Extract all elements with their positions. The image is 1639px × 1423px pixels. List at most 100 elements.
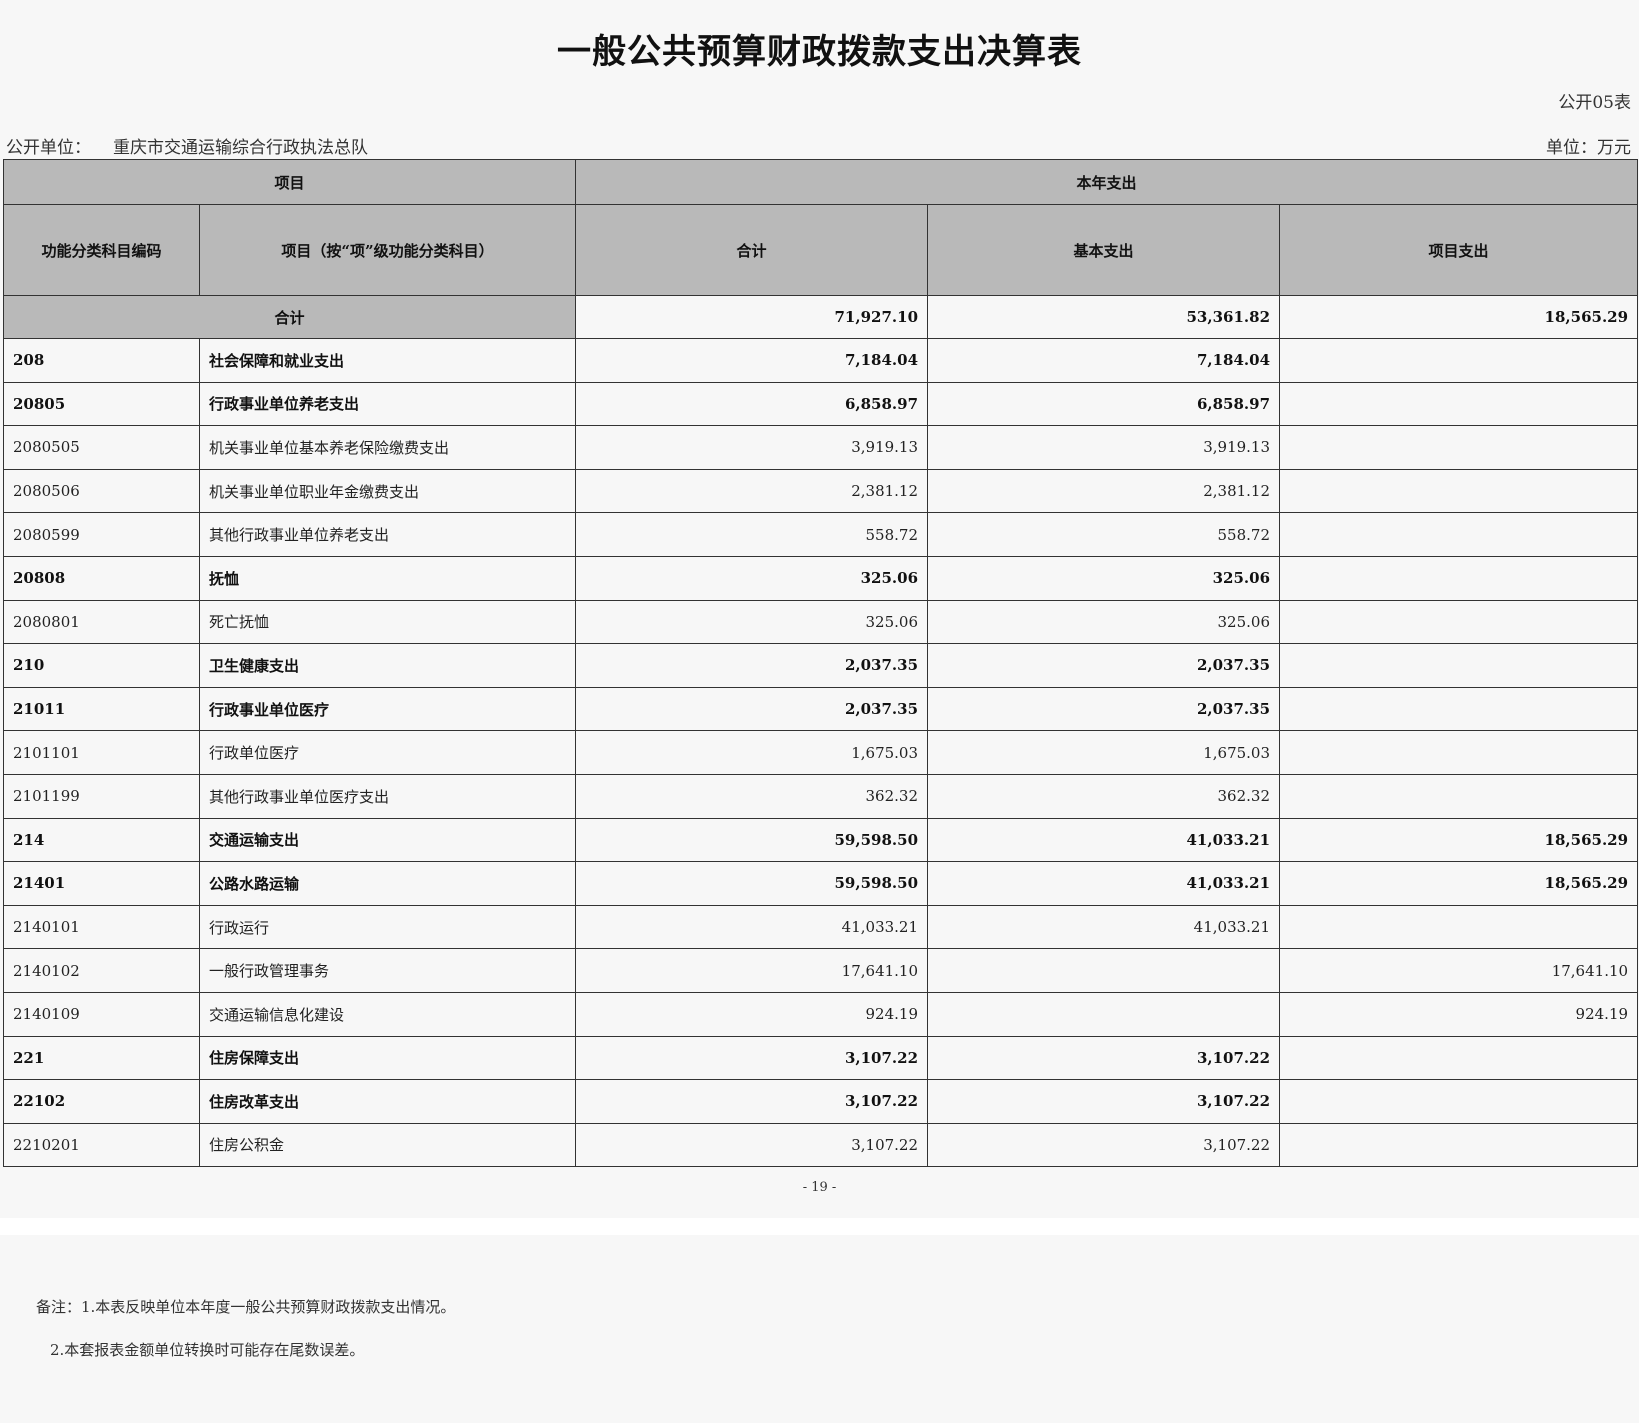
total-label: 合计: [2, 295, 577, 339]
report-title: 一般公共预算财政拨款支出决算表: [557, 32, 1082, 72]
cell-project: [1279, 512, 1639, 557]
cell-code: 20808: [3, 555, 200, 601]
cell-total: 59,598.50: [575, 861, 929, 906]
cell-name: 抚恤: [198, 555, 577, 601]
cell-total: 3,107.22: [575, 1122, 929, 1168]
cell-name: 住房保障支出: [198, 1035, 577, 1081]
cell-total: 59,598.50: [575, 817, 929, 863]
header-name: 项目（按“项”级功能分类科目）: [198, 204, 577, 296]
cell-project: [1279, 555, 1639, 601]
cell-name: 卫生健康支出: [198, 643, 577, 688]
cell-total: 558.72: [575, 512, 929, 557]
table-row: 208 社会保障和就业支出 7,184.04 7,184.04: [3, 338, 1639, 383]
cell-basic: 2,037.35: [927, 643, 1281, 688]
table-row: 20805 行政事业单位养老支出 6,858.97 6,858.97: [3, 381, 1639, 427]
cell-code: 2140101: [3, 904, 200, 950]
cell-basic: 3,107.22: [927, 1079, 1281, 1124]
table-row: 2101199 其他行政事业单位医疗支出 362.32 362.32: [3, 773, 1639, 819]
cell-project: [1279, 468, 1639, 514]
expenditure-table: 项目 本年支出 功能分类科目编码 项目（按“项”级功能分类科目） 合计 基本支出…: [2, 159, 1639, 1168]
cell-basic: 325.06: [927, 599, 1281, 645]
cell-name: 死亡抚恤: [198, 599, 577, 645]
cell-project: [1279, 1035, 1639, 1081]
cell-total: 3,107.22: [575, 1079, 929, 1124]
cell-code: 2080506: [3, 468, 200, 514]
table-row: 2101101 行政单位医疗 1,675.03 1,675.03: [3, 730, 1639, 775]
cell-project: [1279, 686, 1639, 732]
table-row: 2080801 死亡抚恤 325.06 325.06: [3, 599, 1639, 645]
cell-basic: 3,107.22: [927, 1122, 1281, 1168]
cell-project: [1279, 1079, 1639, 1124]
notes-sheet: [0, 1235, 1639, 1423]
total-cell-total: 71,927.10: [575, 295, 929, 339]
cell-basic: 41,033.21: [927, 904, 1281, 950]
total-cell-project: 18,565.29: [1279, 295, 1639, 339]
table-row: 2140102 一般行政管理事务 17,641.10 17,641.10: [3, 948, 1639, 993]
cell-project: 17,641.10: [1279, 948, 1639, 993]
cell-code: 2080801: [3, 599, 200, 645]
cell-name: 行政运行: [198, 904, 577, 950]
cell-code: 2140102: [3, 948, 200, 993]
cell-basic: [927, 991, 1281, 1037]
cell-basic: [927, 948, 1281, 993]
cell-total: 2,037.35: [575, 686, 929, 732]
note-line-1: 备注：1.本表反映单位本年度一般公共预算财政拨款支出情况。: [36, 1298, 456, 1316]
table-row: 214 交通运输支出 59,598.50 41,033.21 18,565.29: [3, 817, 1639, 863]
header-project-expense: 项目支出: [1279, 204, 1639, 296]
header-basic: 基本支出: [927, 204, 1281, 296]
cell-basic: 3,919.13: [927, 425, 1281, 470]
cell-total: 325.06: [575, 599, 929, 645]
header-current-year: 本年支出: [575, 159, 1639, 205]
table-row: 2210201 住房公积金 3,107.22 3,107.22: [3, 1122, 1639, 1168]
note-line-2: 2.本套报表金额单位转换时可能存在尾数误差。: [50, 1341, 365, 1359]
table-row: 2080599 其他行政事业单位养老支出 558.72 558.72: [3, 512, 1639, 557]
cell-name: 住房改革支出: [198, 1079, 577, 1124]
header-total: 合计: [575, 204, 929, 296]
cell-total: 2,037.35: [575, 643, 929, 688]
header-project: 项目: [2, 159, 577, 205]
cell-project: [1279, 904, 1639, 950]
cell-name: 行政事业单位养老支出: [198, 381, 577, 427]
cell-project: 924.19: [1279, 991, 1639, 1037]
cell-project: [1279, 643, 1639, 688]
money-unit: 单位：万元: [1546, 138, 1631, 158]
cell-total: 17,641.10: [575, 948, 929, 993]
cell-total: 3,107.22: [575, 1035, 929, 1081]
cell-code: 2101199: [3, 773, 200, 819]
unit-value: 重庆市交通运输综合行政执法总队: [113, 138, 368, 158]
cell-project: 18,565.29: [1279, 817, 1639, 863]
cell-code: 214: [3, 817, 200, 863]
cell-code: 2140109: [3, 991, 200, 1037]
table-row: 221 住房保障支出 3,107.22 3,107.22: [3, 1035, 1639, 1081]
cell-code: 22102: [3, 1079, 200, 1124]
cell-total: 3,919.13: [575, 425, 929, 470]
cell-basic: 7,184.04: [927, 338, 1281, 383]
cell-code: 21011: [3, 686, 200, 732]
total-row: 合计 71,927.10 53,361.82 18,565.29: [2, 295, 1639, 339]
cell-total: 924.19: [575, 991, 929, 1037]
cell-code: 2080599: [3, 512, 200, 557]
cell-basic: 325.06: [927, 555, 1281, 601]
table-row: 20808 抚恤 325.06 325.06: [3, 555, 1639, 601]
cell-project: [1279, 1122, 1639, 1168]
cell-basic: 6,858.97: [927, 381, 1281, 427]
table-row: 2080505 机关事业单位基本养老保险缴费支出 3,919.13 3,919.13: [3, 425, 1639, 470]
cell-project: [1279, 381, 1639, 427]
cell-name: 公路水路运输: [198, 861, 577, 906]
cell-name: 机关事业单位职业年金缴费支出: [198, 468, 577, 514]
cell-basic: 41,033.21: [927, 817, 1281, 863]
page-number: - 19 -: [802, 1180, 837, 1195]
cell-basic: 41,033.21: [927, 861, 1281, 906]
cell-basic: 558.72: [927, 512, 1281, 557]
cell-basic: 362.32: [927, 773, 1281, 819]
cell-project: [1279, 338, 1639, 383]
cell-name: 交通运输支出: [198, 817, 577, 863]
reporting-unit: 公开单位： 重庆市交通运输综合行政执法总队: [6, 133, 368, 158]
cell-name: 机关事业单位基本养老保险缴费支出: [198, 425, 577, 470]
cell-name: 住房公积金: [198, 1122, 577, 1168]
cell-code: 2210201: [3, 1122, 200, 1168]
cell-total: 2,381.12: [575, 468, 929, 514]
cell-basic: 2,381.12: [927, 468, 1281, 514]
table-row: 2140101 行政运行 41,033.21 41,033.21: [3, 904, 1639, 950]
cell-code: 20805: [3, 381, 200, 427]
